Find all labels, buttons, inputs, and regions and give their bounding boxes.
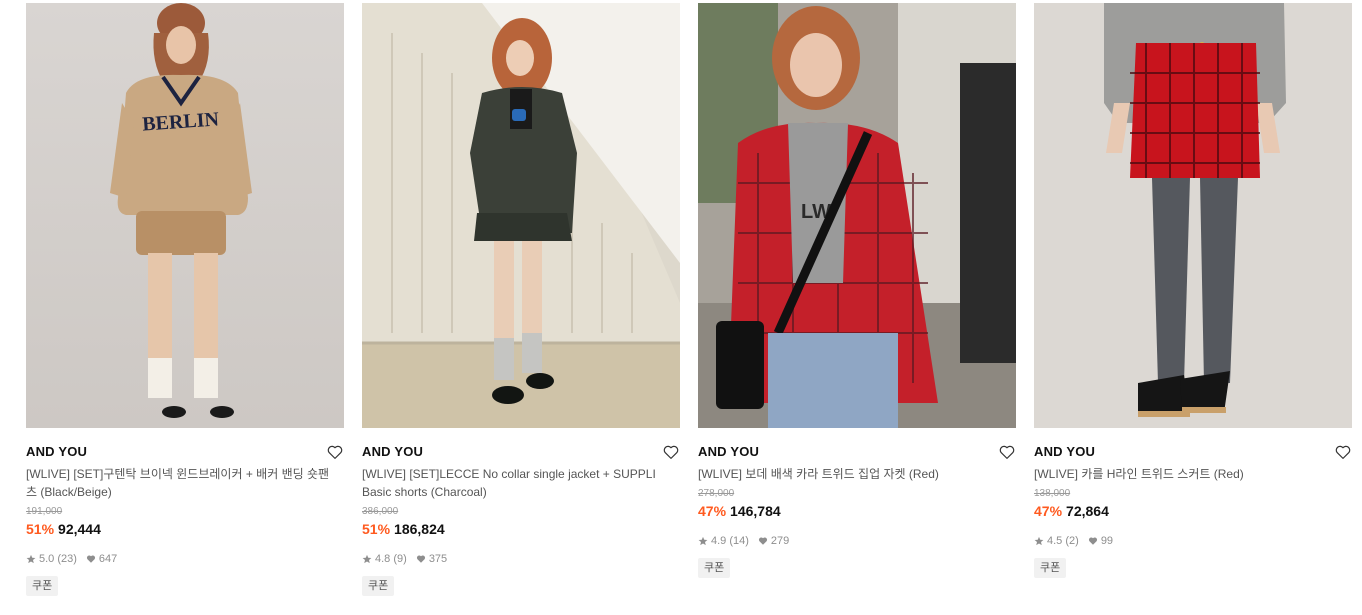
product-card[interactable]: BERLIN AND YOU [WLIVE] [SET]구텐탁 브이넥 윈드브레… (26, 0, 344, 596)
product-card[interactable]: LW AND YOU [WLIVE] 보데 배색 카라 트위드 집업 자켓 (R… (698, 0, 1016, 578)
brand-row: AND YOU (698, 443, 1016, 461)
like-count: 647 (98, 553, 118, 565)
rating-value: 4.5 (1047, 535, 1063, 547)
star-icon (1034, 536, 1044, 546)
heart-filled-icon (758, 536, 768, 546)
brand-name[interactable]: AND YOU (26, 444, 87, 459)
brand-row: AND YOU (26, 443, 344, 461)
star-icon (26, 554, 36, 564)
coupon-badge[interactable]: 쿠폰 (698, 558, 731, 578)
price-row: 51% 186,824 (362, 520, 680, 539)
heart-filled-icon (1088, 536, 1098, 546)
rating-value: 4.8 (375, 553, 391, 565)
sale-price: 92,444 (58, 521, 101, 537)
coupon-badge[interactable]: 쿠폰 (26, 576, 59, 596)
product-image[interactable]: LW (698, 3, 1016, 428)
rating-value: 4.9 (711, 535, 727, 547)
discount-rate: 47% (1034, 503, 1063, 519)
product-grid: BERLIN AND YOU [WLIVE] [SET]구텐탁 브이넥 윈드브레… (0, 0, 1362, 615)
discount-rate: 47% (698, 503, 727, 519)
like-count: 375 (428, 553, 448, 565)
product-title[interactable]: [WLIVE] [SET]구텐탁 브이넥 윈드브레이커 + 배커 밴딩 숏팬츠 … (26, 465, 336, 501)
brand-name[interactable]: AND YOU (698, 444, 759, 459)
sale-price: 186,824 (394, 521, 445, 537)
review-count: (2) (1065, 535, 1079, 547)
coupon-badge[interactable]: 쿠폰 (362, 576, 395, 596)
rating-value: 5.0 (39, 553, 55, 565)
heart-outline-icon[interactable] (998, 443, 1016, 461)
heart-filled-icon (86, 554, 96, 564)
review-count: (14) (729, 535, 749, 547)
product-title[interactable]: [WLIVE] 카를 H라인 트위드 스커트 (Red) (1034, 465, 1344, 483)
discount-rate: 51% (26, 521, 55, 537)
review-count: (23) (57, 553, 77, 565)
product-card[interactable]: AND YOU [WLIVE] 카를 H라인 트위드 스커트 (Red) 138… (1034, 0, 1352, 578)
product-title[interactable]: [WLIVE] [SET]LECCE No collar single jack… (362, 465, 672, 501)
price-row: 51% 92,444 (26, 520, 344, 539)
star-icon (362, 554, 372, 564)
heart-outline-icon[interactable] (662, 443, 680, 461)
sale-price: 72,864 (1066, 503, 1109, 519)
coupon-badge[interactable]: 쿠폰 (1034, 558, 1067, 578)
price-row: 47% 146,784 (698, 502, 1016, 521)
product-stats: 4.9 (14) 279 (698, 534, 1016, 548)
original-price: 138,000 (1034, 488, 1071, 499)
product-image[interactable]: BERLIN (26, 3, 344, 428)
brand-name[interactable]: AND YOU (362, 444, 423, 459)
product-image[interactable] (1034, 3, 1352, 428)
brand-row: AND YOU (362, 443, 680, 461)
product-image[interactable] (362, 3, 680, 428)
price-row: 47% 72,864 (1034, 502, 1352, 521)
brand-name[interactable]: AND YOU (1034, 444, 1095, 459)
discount-rate: 51% (362, 521, 391, 537)
original-price: 191,000 (26, 506, 63, 517)
like-count: 279 (770, 535, 790, 547)
heart-outline-icon[interactable] (1334, 443, 1352, 461)
heart-outline-icon[interactable] (326, 443, 344, 461)
product-stats: 4.5 (2) 99 (1034, 534, 1352, 548)
heart-filled-icon (416, 554, 426, 564)
star-icon (698, 536, 708, 546)
product-card[interactable]: AND YOU [WLIVE] [SET]LECCE No collar sin… (362, 0, 680, 596)
product-stats: 4.8 (9) 375 (362, 552, 680, 566)
original-price: 278,000 (698, 488, 735, 499)
original-price: 386,000 (362, 506, 399, 517)
brand-row: AND YOU (1034, 443, 1352, 461)
like-count: 99 (1100, 535, 1114, 547)
review-count: (9) (393, 553, 407, 565)
product-title[interactable]: [WLIVE] 보데 배색 카라 트위드 집업 자켓 (Red) (698, 465, 1008, 483)
sale-price: 146,784 (730, 503, 781, 519)
product-stats: 5.0 (23) 647 (26, 552, 344, 566)
